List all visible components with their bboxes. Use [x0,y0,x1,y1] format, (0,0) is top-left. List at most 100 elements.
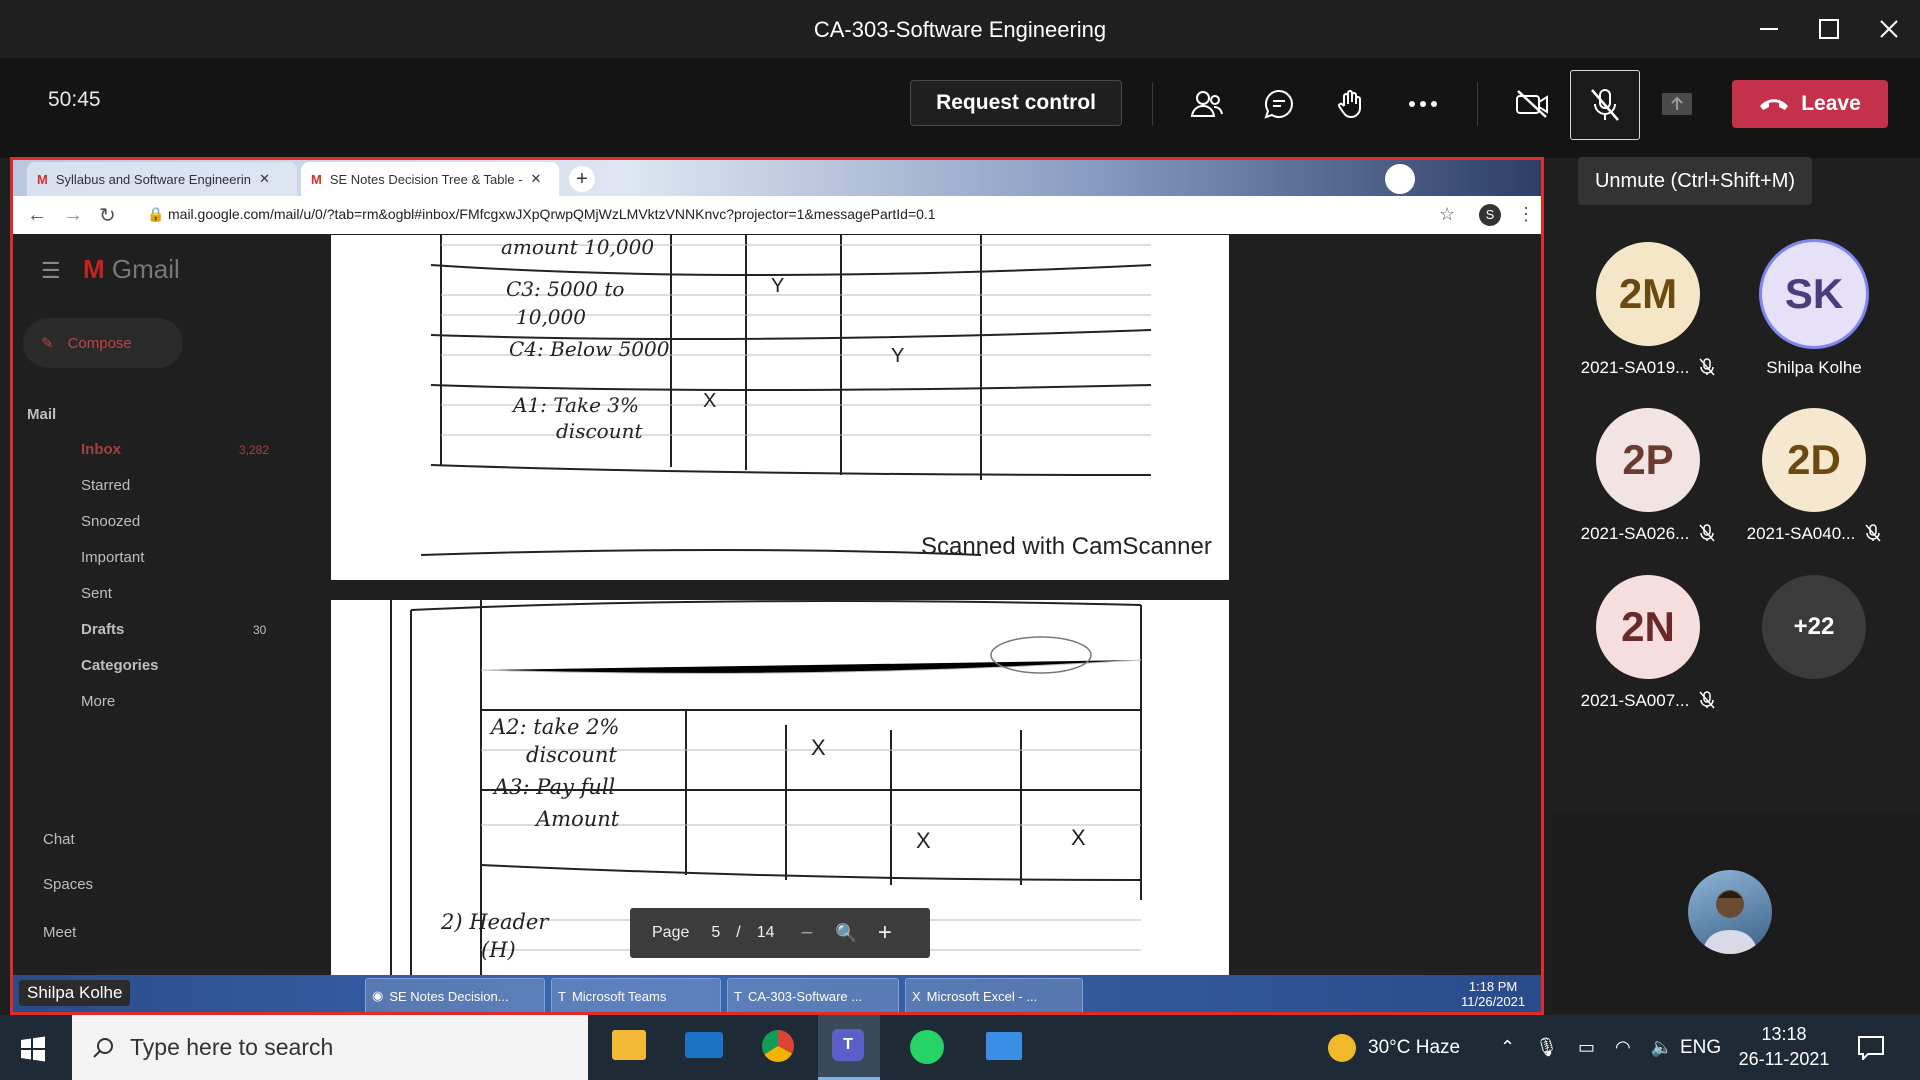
browser-tab-active[interactable]: M SE Notes Decision Tree & Table - ✕ [301,162,559,196]
wifi-icon[interactable]: ◠ [1615,1037,1631,1058]
star-icon[interactable]: ☆ [1439,204,1455,225]
search-placeholder: Type here to search [130,1034,334,1060]
chat-button[interactable] [1254,82,1304,126]
spaces-section[interactable]: Spaces [43,876,93,893]
participant-name: 2021-SA007... [1580,691,1690,710]
more-options-button[interactable] [1398,82,1448,126]
browser-tab[interactable]: M Syllabus and Software Engineerin ✕ [27,162,297,196]
os-clock-date: 26-11-2021 [1738,1049,1830,1069]
shared-taskbar-item[interactable]: T CA-303-Software ... [727,978,899,1012]
close-button[interactable] [1860,0,1918,58]
mic-off-icon [1591,89,1619,121]
chrome-icon[interactable] [762,1030,794,1062]
chat-section[interactable]: Chat [43,831,75,848]
self-avatar[interactable] [1688,870,1772,954]
inbox-count: 3,282 [239,443,270,457]
gmail-logo-text: Gmail [111,254,180,284]
meeting-timer: 50:45 [48,88,101,111]
leave-button[interactable]: Leave [1732,80,1888,128]
profile-avatar[interactable]: S [1479,204,1501,226]
page-number-input[interactable]: 5 [711,924,720,942]
forward-icon[interactable]: → [63,204,83,227]
more-participants-button[interactable]: +22 [1762,575,1866,679]
lock-icon: 🔒 [147,206,165,222]
shared-clock-time: 1:18 PM [1468,979,1518,994]
doc-text: Amount [536,807,620,831]
compose-button[interactable]: ✎ Compose [23,318,183,368]
mic-toggle-button[interactable] [1570,70,1640,140]
document-page: amount 10,000 C3: 5000 to 10,000 C4: Bel… [331,235,1229,580]
mail-icon[interactable] [685,1032,723,1058]
participant-tile[interactable]: 2N 2021-SA007... [1566,575,1730,711]
doc-text: discount [526,743,617,767]
raise-hand-button[interactable] [1326,82,1376,126]
camera-button[interactable] [1507,82,1557,126]
battery-icon[interactable]: ▭ [1578,1037,1595,1058]
browser-menu-icon[interactable]: ⋮ [1517,204,1535,225]
chevron-up-icon[interactable]: ⌃ [1500,1037,1515,1058]
compose-label: Compose [67,334,132,352]
zoom-out-icon[interactable]: − [801,920,814,946]
volume-icon[interactable]: 🔈 [1651,1037,1673,1058]
taskbar-search-box[interactable]: Type here to search [72,1015,588,1080]
participant-tile[interactable]: 2M 2021-SA019... [1566,242,1730,378]
mic-icon[interactable]: 🎙 [1535,1037,1558,1058]
teams-taskbar-button[interactable]: T [818,1015,880,1080]
hamburger-icon[interactable]: ☰ [41,258,61,284]
raise-hand-icon [1338,90,1361,119]
participant-name: 2021-SA026... [1580,524,1690,543]
photos-icon[interactable] [986,1032,1022,1060]
maximize-button[interactable] [1800,0,1858,58]
tab-close-icon[interactable]: ✕ [531,171,542,187]
minimize-button[interactable] [1740,0,1798,58]
doc-text: C3: 5000 to [506,277,625,301]
sidebar-item-important[interactable]: Important [81,549,144,566]
share-tray-button[interactable] [1652,82,1702,126]
sidebar-item-drafts[interactable]: Drafts [81,621,124,638]
sidebar-item-inbox[interactable]: Inbox [81,441,121,458]
tab-close-icon[interactable]: ✕ [259,171,270,187]
sidebar-item-sent[interactable]: Sent [81,585,112,602]
new-tab-button[interactable]: + [569,166,595,192]
tab-search-button[interactable] [1385,164,1415,194]
muted-mic-icon [1699,691,1715,709]
language-indicator[interactable]: ENG [1680,1015,1721,1080]
request-control-button[interactable]: Request control [910,80,1122,126]
sidebar-item-snoozed[interactable]: Snoozed [81,513,140,530]
sidebar-item-more[interactable]: More [81,693,115,710]
sidebar-item-categories[interactable]: Categories [81,657,159,674]
weather-widget[interactable]: 30°C Haze [1328,1015,1460,1080]
zoom-in-icon[interactable]: + [878,919,892,947]
url-field[interactable]: mail.google.com/mail/u/0/?tab=rm&ogbl#in… [168,206,936,222]
shared-taskbar-item[interactable]: T Microsoft Teams [551,978,721,1012]
start-button[interactable] [20,1036,46,1067]
mail-section-header: Mail [27,406,57,423]
participant-name-row: Shilpa Kolhe [1732,358,1896,378]
doc-text: 2) Header [441,910,549,934]
os-clock[interactable]: 13:18 26-11-2021 [1734,1024,1834,1070]
doc-text: A1: Take 3% [513,393,640,417]
doc-mark: X [1071,825,1086,850]
zoom-icon[interactable]: 🔍 [835,923,857,944]
sidebar-item-starred[interactable]: Starred [81,477,130,494]
participant-name-row: 2021-SA026... [1566,524,1730,544]
teams-icon: T [734,988,742,1004]
participant-tile[interactable]: SK Shilpa Kolhe [1732,242,1896,378]
participants-button[interactable] [1182,82,1232,126]
meet-section[interactable]: Meet [43,924,76,941]
file-explorer-icon[interactable] [612,1030,646,1060]
notification-icon [1858,1036,1884,1062]
chrome-icon: ◉ [372,988,384,1003]
reload-icon[interactable]: ↻ [99,203,116,228]
tab-label: Syllabus and Software Engineerin [55,171,251,187]
whatsapp-icon[interactable] [910,1030,944,1064]
notifications-button[interactable] [1858,1036,1884,1065]
back-icon[interactable]: ← [27,204,47,227]
shared-taskbar-item[interactable]: X Microsoft Excel - ... [905,978,1083,1012]
participant-name-row: 2021-SA007... [1566,691,1730,711]
camscanner-watermark: Scanned with CamScanner [921,533,1212,560]
window-title: CA-303-Software Engineering [813,17,1107,42]
participant-tile[interactable]: 2P 2021-SA026... [1566,408,1730,544]
participant-tile[interactable]: 2D 2021-SA040... [1732,408,1896,544]
shared-taskbar-item[interactable]: ◉ SE Notes Decision... [365,978,545,1012]
